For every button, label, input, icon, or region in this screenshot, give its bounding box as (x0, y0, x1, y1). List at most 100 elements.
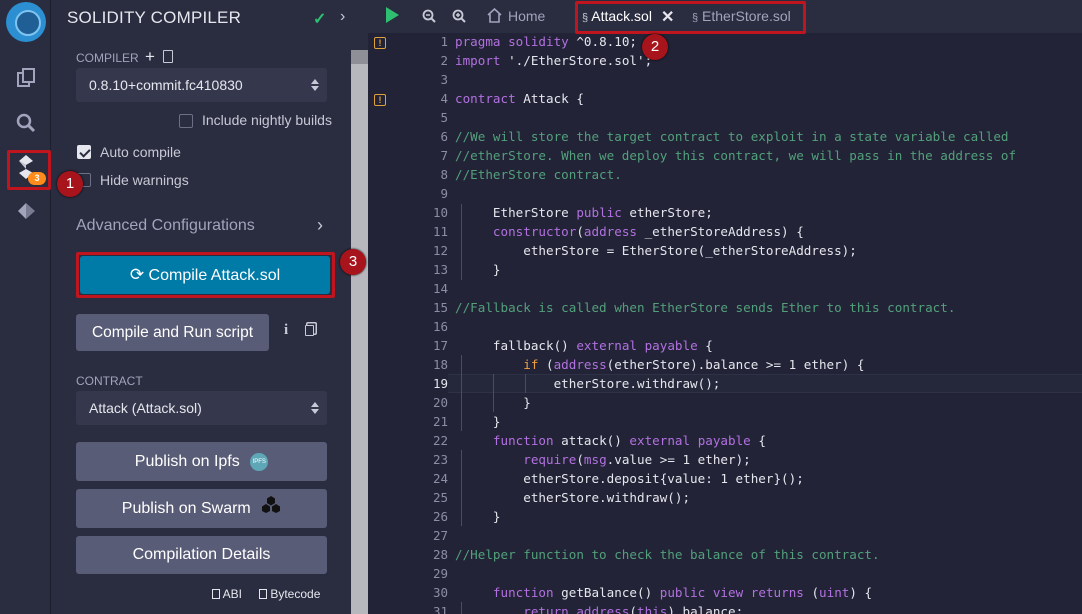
info-icon[interactable]: i (284, 322, 288, 339)
bytecode-label: Bytecode (270, 587, 321, 601)
code-line: EtherStore public etherStore; (455, 205, 713, 220)
indent-guide (461, 204, 462, 280)
line-number: 11 (432, 224, 448, 239)
line-number: 28 (432, 547, 448, 562)
home-icon[interactable] (487, 7, 502, 28)
panel-scrollbar[interactable] (351, 50, 368, 614)
publish-ipfs-button[interactable]: Publish on Ipfs IPFS (76, 442, 327, 481)
line-number: 1 (440, 34, 448, 49)
line-number: 5 (440, 110, 448, 125)
compilation-details-button[interactable]: Compilation Details (76, 536, 327, 574)
warning-icon[interactable]: ! (374, 37, 386, 49)
line-number: 23 (432, 452, 448, 467)
code-line: import './EtherStore.sol'; (455, 53, 653, 68)
line-number: 17 (432, 338, 448, 353)
line-number: 16 (432, 319, 448, 334)
code-line: etherStore = EtherStore(_etherStoreAddre… (455, 243, 857, 258)
panel-title: SOLIDITY COMPILER (67, 8, 242, 27)
contract-select[interactable]: Attack (Attack.sol) (76, 391, 327, 425)
code-line: function attack() external payable { (492, 433, 766, 448)
copy-icon (259, 589, 267, 599)
compiler-version-value: 0.8.10+commit.fc410830 (89, 77, 243, 93)
indent-guide (461, 355, 462, 431)
publish-ipfs-label: Publish on Ipfs (134, 453, 240, 470)
ipfs-icon: IPFS (250, 452, 269, 471)
nightly-builds-checkbox[interactable] (179, 114, 193, 128)
line-number: 30 (432, 585, 448, 600)
line-number: 19 (432, 376, 448, 391)
scrollbar-up-arrow[interactable] (351, 50, 368, 64)
run-icon[interactable] (386, 7, 399, 23)
line-number: 18 (432, 357, 448, 372)
callout-number-3: 3 (340, 249, 366, 275)
bytecode-copy[interactable]: Bytecode (259, 587, 320, 601)
code-line: //Fallback is called when EtherStore sen… (455, 300, 956, 315)
line-number: 20 (432, 395, 448, 410)
line-number: 10 (432, 205, 448, 220)
copy-icon[interactable] (305, 325, 314, 336)
line-number: 31 (432, 604, 448, 614)
line-number: 7 (440, 148, 448, 163)
code-line: return address(this).balance; (523, 604, 744, 614)
select-caret-icon (311, 78, 319, 92)
line-number: 6 (440, 129, 448, 144)
zoom-in-icon[interactable] (452, 9, 466, 28)
code-line: pragma solidity ^0.8.10; (455, 34, 638, 49)
hide-warnings-label: Hide warnings (100, 172, 189, 188)
callout-box-2 (575, 1, 806, 34)
warning-icon[interactable]: ! (374, 94, 386, 106)
indent-guide (461, 602, 462, 614)
code-line: //We will store the target contract to e… (455, 129, 1009, 144)
indent-guide (493, 374, 494, 412)
line-number: 3 (440, 72, 448, 87)
line-number: 21 (432, 414, 448, 429)
code-line: etherStore.withdraw(); (455, 376, 721, 391)
line-number: 15 (432, 300, 448, 315)
copy-icon (212, 589, 220, 599)
line-gutter: 1 2 3 4 5 6 7 8 9 10 11 12 13 14 15 16 17 18 19 20 21 22 23 24 2… (368, 33, 448, 614)
code-line: contract Attack { (455, 91, 584, 106)
compiler-version-select[interactable]: 0.8.10+commit.fc410830 (76, 68, 327, 102)
line-number: 27 (432, 528, 448, 543)
contract-value: Attack (Attack.sol) (89, 400, 202, 416)
line-number: 4 (440, 91, 448, 106)
chevron-right-icon[interactable]: › (340, 8, 345, 26)
zoom-out-icon[interactable] (422, 9, 436, 28)
code-editor[interactable]: 1 2 3 4 5 6 7 8 9 10 11 12 13 14 15 16 17 18 19 20 21 22 23 24 2… (368, 33, 1082, 614)
icon-sidebar: 3 (0, 0, 51, 614)
line-number: 29 (432, 566, 448, 581)
publish-swarm-button[interactable]: Publish on Swarm (76, 489, 327, 528)
indent-guide (525, 374, 526, 393)
search-icon[interactable] (0, 103, 51, 143)
file-explorer-icon[interactable] (0, 58, 51, 98)
deploy-run-icon[interactable] (0, 191, 51, 231)
callout-box-1 (7, 150, 51, 190)
publish-swarm-label: Publish on Swarm (121, 500, 251, 517)
advanced-config-toggle[interactable]: Advanced Configurations (76, 217, 255, 235)
line-number: 26 (432, 509, 448, 524)
indent-guide (461, 450, 462, 526)
line-number: 2 (440, 53, 448, 68)
line-number: 9 (440, 186, 448, 201)
home-tab[interactable]: Home (508, 8, 545, 24)
compile-run-script-button[interactable]: Compile and Run script (76, 314, 269, 351)
code-line: function getBalance() public view return… (492, 585, 873, 600)
abi-copy[interactable]: ABI (212, 587, 242, 601)
line-number: 8 (440, 167, 448, 182)
select-caret-icon (311, 401, 319, 415)
document-icon[interactable] (163, 50, 173, 63)
check-icon: ✓ (313, 11, 327, 28)
line-number: 22 (432, 433, 448, 448)
chevron-right-icon[interactable]: › (317, 215, 323, 236)
code-line: etherStore.withdraw(); (455, 490, 691, 505)
code-line: require(msg.value >= 1 ether); (523, 452, 751, 467)
auto-compile-checkbox[interactable] (77, 145, 91, 159)
line-number: 25 (432, 490, 448, 505)
swarm-icon (261, 489, 281, 528)
remix-logo-icon[interactable] (0, 2, 51, 42)
contract-label: CONTRACT (76, 374, 143, 388)
add-compiler-icon[interactable]: + (145, 47, 155, 67)
callout-number-1: 1 (57, 171, 83, 197)
code-line: if (address(etherStore).balance >= 1 eth… (523, 357, 865, 372)
line-number: 12 (432, 243, 448, 258)
